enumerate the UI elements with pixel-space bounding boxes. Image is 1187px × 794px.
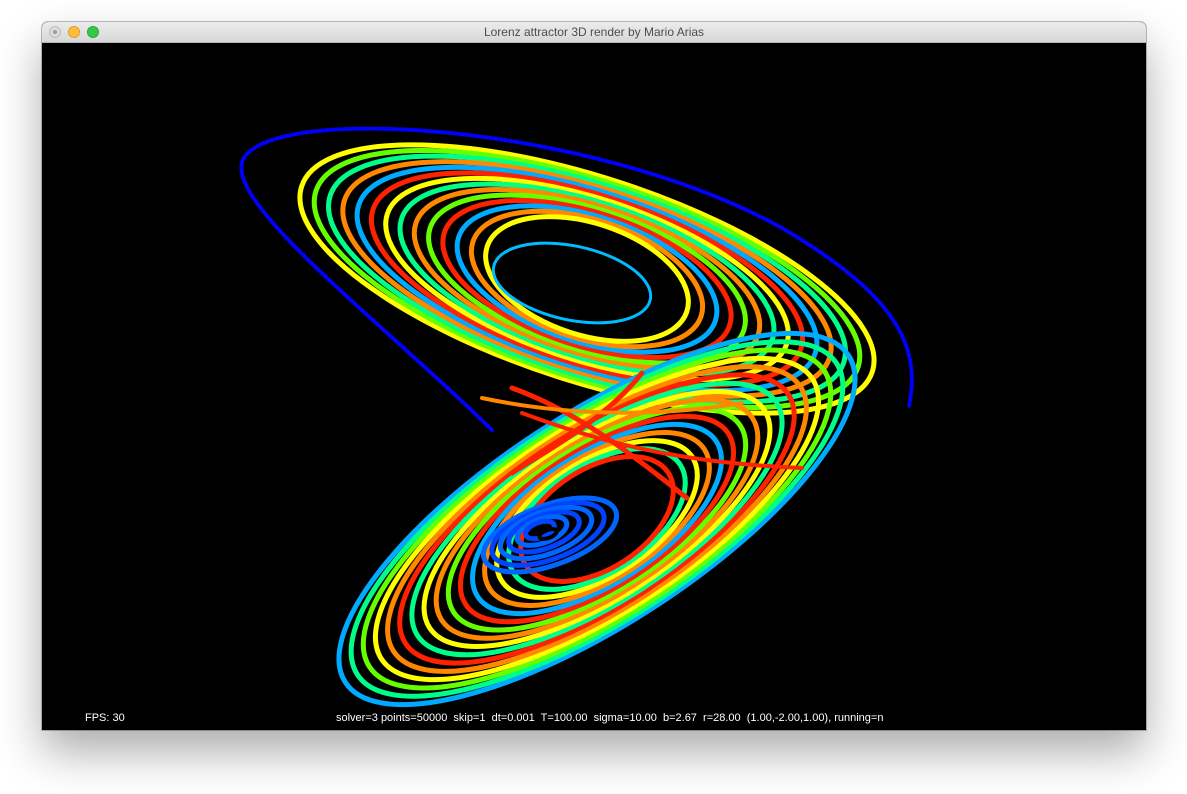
window-title: Lorenz attractor 3D render by Mario Aria… bbox=[483, 25, 705, 39]
render-viewport[interactable]: FPS: 30 solver=3 points=50000 skip=1 dt=… bbox=[42, 43, 1146, 730]
app-window: Lorenz attractor 3D render by Mario Aria… bbox=[42, 22, 1146, 730]
simulation-status: solver=3 points=50000 skip=1 dt=0.001 T=… bbox=[336, 712, 884, 724]
fps-counter: FPS: 30 bbox=[85, 712, 125, 724]
title-bar[interactable]: Lorenz attractor 3D render by Mario Aria… bbox=[42, 22, 1146, 43]
lorenz-attractor-render bbox=[239, 126, 914, 708]
